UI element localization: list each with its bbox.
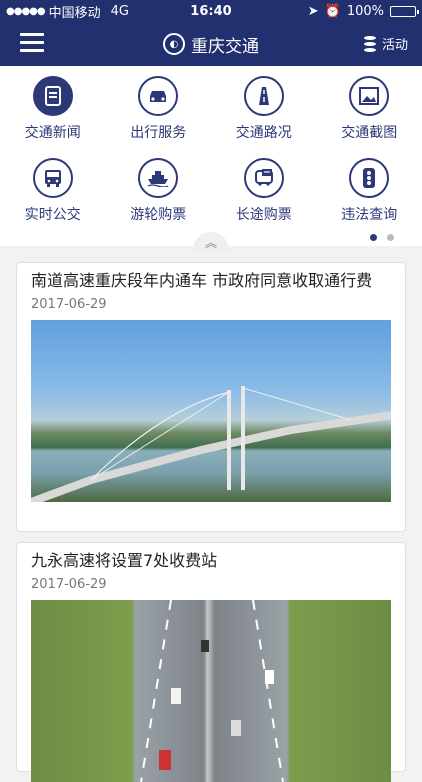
grid-item-bus[interactable]: 实时公交 xyxy=(0,148,106,230)
grid-item-travel[interactable]: 出行服务 xyxy=(106,66,212,148)
article-card[interactable]: 南道高速重庆段年内通车 市政府同意收取通行费 2017-06-29 xyxy=(16,262,406,532)
grid-item-coach[interactable]: 长途购票 xyxy=(211,148,317,230)
app-header: ●●●●● 中国移动 4G 16:40 ➤ ⏰ 100% ◐ 重庆交通 活动 xyxy=(0,0,422,66)
logo-icon: ◐ xyxy=(163,33,185,55)
grid-item-label: 出行服务 xyxy=(130,122,186,142)
grid-item-cruise[interactable]: 游轮购票 xyxy=(106,148,212,230)
app-title-text: 重庆交通 xyxy=(191,32,259,57)
activity-label: 活动 xyxy=(382,34,408,53)
screenshot-icon xyxy=(349,76,389,116)
article-image xyxy=(31,320,391,502)
news-icon xyxy=(33,76,73,116)
grid-item-screenshot[interactable]: 交通截图 xyxy=(317,66,422,148)
nav-bar: ◐ 重庆交通 活动 xyxy=(0,22,422,66)
grid-item-label: 游轮购票 xyxy=(130,204,186,224)
grid-item-label: 实时公交 xyxy=(25,204,81,224)
activity-button[interactable]: 活动 xyxy=(364,34,408,53)
article-date: 2017-06-29 xyxy=(17,293,405,320)
car-icon xyxy=(138,76,178,116)
grid-item-violation[interactable]: 违法查询 xyxy=(317,148,422,230)
page-dot[interactable] xyxy=(387,234,394,241)
article-card[interactable]: 九永高速将设置7处收费站 2017-06-29 xyxy=(16,542,406,772)
database-icon xyxy=(364,36,376,52)
page-dot-active[interactable] xyxy=(370,234,377,241)
bus-icon xyxy=(33,158,73,198)
page-indicator xyxy=(370,234,394,241)
article-title: 九永高速将设置7处收费站 xyxy=(17,543,405,573)
road-icon xyxy=(244,76,284,116)
grid-item-news[interactable]: 交通新闻 xyxy=(0,66,106,148)
app-title: ◐ 重庆交通 xyxy=(0,22,422,66)
status-bar: ●●●●● 中国移动 4G 16:40 ➤ ⏰ 100% xyxy=(0,0,422,22)
coach-icon xyxy=(244,158,284,198)
grid-item-label: 交通新闻 xyxy=(25,122,81,142)
service-grid: 交通新闻 出行服务 交通路况 交通截图 实时公交 xyxy=(0,66,422,246)
article-image xyxy=(31,600,391,782)
grid-item-label: 长途购票 xyxy=(236,204,292,224)
status-time: 16:40 xyxy=(0,4,422,19)
grid-item-label: 交通路况 xyxy=(236,122,292,142)
traffic-light-icon xyxy=(349,158,389,198)
chevron-up-icon: ︽ xyxy=(205,234,217,251)
grid-item-label: 违法查询 xyxy=(341,204,397,224)
ship-icon xyxy=(138,158,178,198)
grid-item-label: 交通截图 xyxy=(341,122,397,142)
battery-icon xyxy=(390,6,416,17)
article-title: 南道高速重庆段年内通车 市政府同意收取通行费 xyxy=(17,263,405,293)
article-date: 2017-06-29 xyxy=(17,573,405,600)
grid-item-road[interactable]: 交通路况 xyxy=(211,66,317,148)
